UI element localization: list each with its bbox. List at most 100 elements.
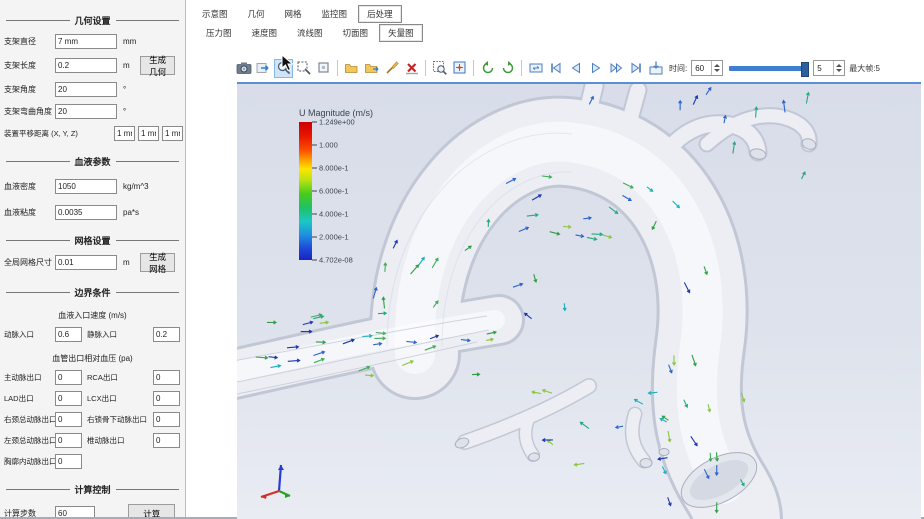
text-input[interactable]	[55, 454, 82, 469]
generate-geometry-button[interactable]: 生成几何	[140, 56, 175, 75]
text-input[interactable]	[153, 412, 180, 427]
tab-secondary-5[interactable]: 矢量图	[379, 24, 423, 42]
text-input[interactable]	[55, 205, 117, 220]
text-input[interactable]	[114, 126, 135, 141]
tab-secondary-1[interactable]: 压力图	[197, 24, 241, 42]
divider-line	[6, 161, 70, 162]
tab-primary-3[interactable]: 网格	[276, 5, 311, 23]
text-input[interactable]	[55, 58, 117, 73]
text-input[interactable]	[153, 391, 180, 406]
max-frame-label: 最大帧:5	[849, 63, 880, 74]
field-label: 椎动脉出口	[87, 435, 153, 446]
text-input[interactable]	[153, 370, 180, 385]
first-frame-icon[interactable]	[546, 59, 565, 78]
tick-mark	[312, 145, 317, 146]
next-frame-icon[interactable]	[606, 59, 625, 78]
tab-primary-5[interactable]: 后处理	[358, 5, 402, 23]
text-input[interactable]	[55, 370, 82, 385]
export-scene-icon[interactable]	[254, 59, 273, 78]
play-icon[interactable]	[586, 59, 605, 78]
generate-mesh-button[interactable]: 生成网格	[140, 253, 175, 272]
tick-mark	[312, 260, 317, 261]
unit-label: m	[123, 61, 140, 70]
divider-line	[116, 240, 180, 241]
application-window: 几何设置支架直径mm支架长度m生成几何支架角度°支架弯曲角度°装置平移距离 (X…	[0, 0, 924, 519]
text-input[interactable]	[55, 255, 117, 270]
text-input[interactable]	[55, 327, 82, 342]
calculate-button[interactable]: 计算	[128, 504, 175, 517]
zoom-box-icon[interactable]	[294, 59, 313, 78]
legend-tick-labels: 1.249e+001.0008.000e-16.000e-14.000e-12.…	[312, 122, 372, 260]
section-header: 几何设置	[6, 14, 179, 27]
field-label: 支架弯曲角度	[4, 106, 55, 117]
delete-object-icon[interactable]	[402, 59, 421, 78]
tab-secondary-2[interactable]: 速度图	[243, 24, 287, 42]
field-label: 支架长度	[4, 60, 55, 71]
section-title: 网格设置	[75, 234, 111, 247]
text-input[interactable]	[55, 179, 117, 194]
tab-primary-1[interactable]: 示意图	[193, 5, 237, 23]
form-row: 左颈总动脉出口椎动脉出口	[4, 433, 181, 448]
text-input[interactable]	[153, 433, 180, 448]
last-frame-icon[interactable]	[626, 59, 645, 78]
spin-arrows-icon[interactable]	[711, 61, 722, 75]
text-input[interactable]	[138, 126, 159, 141]
rotate-ccw-icon[interactable]	[478, 59, 497, 78]
tick-value: 1.000	[319, 141, 338, 150]
frame-spinbox[interactable]: 5	[813, 60, 845, 76]
previous-frame-icon[interactable]	[566, 59, 585, 78]
clear-view-icon[interactable]	[382, 59, 401, 78]
text-input[interactable]	[162, 126, 183, 141]
slider-handle[interactable]	[801, 62, 809, 77]
field-label: 静脉入口	[87, 329, 153, 340]
toolbar-separator	[521, 60, 522, 76]
form-row: 右颈总动脉出口右锁骨下动脉出口	[4, 412, 181, 427]
tick-value: 8.000e-1	[319, 164, 349, 173]
field-label: 计算步数	[4, 508, 55, 517]
snapshot-camera-icon[interactable]	[234, 59, 253, 78]
form-row: 支架直径mm	[4, 34, 181, 49]
open-file-icon[interactable]	[342, 59, 361, 78]
section-mesh: 网格设置全局网格尺寸m生成网格	[0, 234, 185, 272]
divider-line	[6, 20, 70, 21]
tab-primary-4[interactable]: 监控图	[313, 5, 357, 23]
rotate-cw-icon[interactable]	[498, 59, 517, 78]
section-title: 计算控制	[75, 483, 111, 496]
text-input[interactable]	[55, 34, 117, 49]
text-input[interactable]	[153, 327, 180, 342]
text-input[interactable]	[55, 391, 82, 406]
tick-value: 4.000e-1	[319, 210, 349, 219]
legend-tick: 1.249e+00	[312, 118, 355, 127]
text-input[interactable]	[55, 433, 82, 448]
legend-tick: 6.000e-1	[312, 187, 349, 196]
field-label: 右锁骨下动脉出口	[87, 414, 153, 425]
toolbar-icons	[234, 59, 665, 78]
field-label: 动脉入口	[4, 329, 55, 340]
frame-value: 5	[817, 64, 833, 73]
legend-tick: 4.000e-1	[312, 210, 349, 219]
save-animation-icon[interactable]	[646, 59, 665, 78]
viewer-toolbar: 时间: 60 5 最大帧:5	[234, 56, 883, 80]
unit-label: kg/m^3	[123, 182, 155, 191]
viewport-3d[interactable]: U Magnitude (m/s) 1.249e+001.0008.000e-1…	[237, 82, 921, 519]
unit-label: m	[123, 258, 140, 267]
save-file-icon[interactable]	[362, 59, 381, 78]
time-spinbox[interactable]: 60	[691, 60, 723, 76]
form-row: 主动脉出口RCA出口	[4, 370, 181, 385]
reset-camera-icon[interactable]	[450, 59, 469, 78]
form-row: 胸廓内动脉出口	[4, 454, 181, 469]
tab-primary-2[interactable]: 几何	[239, 5, 274, 23]
tab-secondary-4[interactable]: 切面图	[334, 24, 378, 42]
loop-animation-icon[interactable]	[526, 59, 545, 78]
text-input[interactable]	[55, 82, 117, 97]
form-row: 血液粘度pa*s	[4, 205, 181, 220]
select-region-icon[interactable]	[314, 59, 333, 78]
text-input[interactable]	[55, 412, 82, 427]
tab-secondary-3[interactable]: 流线图	[288, 24, 332, 42]
tick-value: 6.000e-1	[319, 187, 349, 196]
text-input[interactable]	[55, 104, 117, 119]
time-slider[interactable]	[729, 66, 807, 71]
text-input[interactable]	[55, 506, 95, 517]
zoom-to-data-icon[interactable]	[430, 59, 449, 78]
spin-arrows-icon[interactable]	[833, 61, 844, 75]
